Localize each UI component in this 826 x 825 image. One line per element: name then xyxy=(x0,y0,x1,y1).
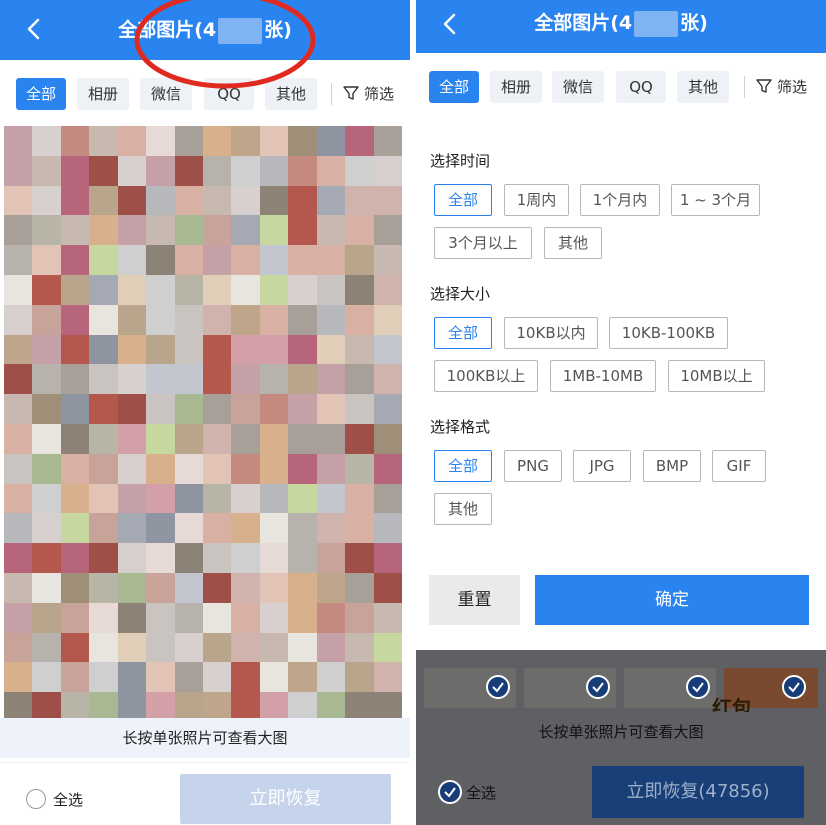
time-option-3month-plus[interactable]: 3个月以上 xyxy=(434,227,532,259)
funnel-icon xyxy=(343,86,359,100)
checked-icon xyxy=(686,675,710,699)
tab-wechat[interactable]: 微信 xyxy=(552,71,604,103)
time-section-title: 选择时间 xyxy=(430,152,491,170)
time-option-1-3month[interactable]: 1 ~ 3个月 xyxy=(671,184,760,216)
header-bar: 全部图片(4 张) xyxy=(416,0,826,53)
select-all-radio[interactable] xyxy=(26,789,46,809)
size-option-10kb-100kb[interactable]: 10KB-100KB xyxy=(609,317,728,349)
tab-album[interactable]: 相册 xyxy=(490,71,542,103)
restore-button[interactable]: 立即恢复(47856) xyxy=(592,766,804,818)
select-all-checked-icon[interactable] xyxy=(438,780,462,804)
header-bar: 全部图片(4 张) xyxy=(0,0,410,60)
title-prefix: 全部图片(4 xyxy=(118,19,217,41)
size-option-over100kb[interactable]: 100KB以上 xyxy=(434,360,538,392)
long-press-hint: 长按单张照片可查看大图 xyxy=(416,712,826,752)
format-option-jpg[interactable]: JPG xyxy=(573,450,631,482)
title-suffix: 张) xyxy=(680,12,708,34)
format-option-all[interactable]: 全部 xyxy=(434,450,492,482)
tab-other[interactable]: 其他 xyxy=(265,78,317,110)
funnel-icon xyxy=(756,79,772,93)
checked-icon xyxy=(486,675,510,699)
page-title: 全部图片(4 张) xyxy=(0,0,410,60)
format-option-png[interactable]: PNG xyxy=(504,450,562,482)
redacted-count xyxy=(218,17,263,44)
confirm-button[interactable]: 确定 xyxy=(535,575,809,625)
filter-label: 筛选 xyxy=(777,78,808,96)
reset-button[interactable]: 重置 xyxy=(429,575,520,625)
filter-label: 筛选 xyxy=(364,85,395,103)
size-section-title: 选择大小 xyxy=(430,285,491,303)
size-option-under10kb[interactable]: 10KB以内 xyxy=(504,317,598,349)
filter-button[interactable]: 筛选 xyxy=(342,78,394,110)
size-option-all[interactable]: 全部 xyxy=(434,317,492,349)
title-prefix: 全部图片(4 xyxy=(534,12,633,34)
tab-wechat[interactable]: 微信 xyxy=(140,78,192,110)
time-option-1week[interactable]: 1周内 xyxy=(504,184,569,216)
format-section-title: 选择格式 xyxy=(430,418,491,436)
filter-sheet: 选择时间 全部 1周内 1个月内 1 ~ 3个月 3个月以上 其他 选择大小 全… xyxy=(416,119,826,650)
format-option-other[interactable]: 其他 xyxy=(434,493,492,525)
tab-all[interactable]: 全部 xyxy=(16,78,66,110)
time-option-other[interactable]: 其他 xyxy=(544,227,602,259)
tab-qq[interactable]: QQ xyxy=(616,71,666,103)
tab-album[interactable]: 相册 xyxy=(77,78,129,110)
time-option-all[interactable]: 全部 xyxy=(434,184,492,216)
size-option-1mb-10mb[interactable]: 1MB-10MB xyxy=(550,360,656,392)
format-option-gif[interactable]: GIF xyxy=(712,450,766,482)
bottom-bar: 全选 立即恢复(47856) xyxy=(416,752,826,825)
title-suffix: 张) xyxy=(264,19,292,41)
page-title: 全部图片(4 张) xyxy=(416,0,826,46)
pixelated-photo-grid[interactable] xyxy=(4,126,402,722)
category-tabs: 全部 相册 微信 QQ 其他 筛选 xyxy=(416,53,826,119)
bottom-bar: 全选 立即恢复 xyxy=(0,762,410,825)
restore-button[interactable]: 立即恢复 xyxy=(180,774,391,824)
tab-all[interactable]: 全部 xyxy=(429,71,479,103)
left-screen: 全部图片(4 张) 全部 相册 微信 QQ 其他 筛选 长按单张照片可查看大图 全… xyxy=(0,0,410,825)
tab-divider xyxy=(744,76,745,98)
checked-icon xyxy=(586,675,610,699)
tab-divider xyxy=(331,83,332,105)
checked-icon xyxy=(782,675,806,699)
select-all-label[interactable]: 全选 xyxy=(53,789,83,810)
format-option-bmp[interactable]: BMP xyxy=(643,450,701,482)
select-all-label[interactable]: 全选 xyxy=(466,782,496,803)
category-tabs: 全部 相册 微信 QQ 其他 筛选 xyxy=(0,60,410,124)
right-screen: 全部图片(4 张) 全部 相册 微信 QQ 其他 筛选 红包 长按单张照片可查看大… xyxy=(416,0,826,825)
long-press-hint: 长按单张照片可查看大图 xyxy=(0,718,410,758)
filter-button[interactable]: 筛选 xyxy=(755,71,807,103)
tab-other[interactable]: 其他 xyxy=(677,71,729,103)
size-option-over10mb[interactable]: 10MB以上 xyxy=(668,360,765,392)
redacted-count xyxy=(634,10,679,37)
time-option-1month[interactable]: 1个月内 xyxy=(580,184,660,216)
tab-qq[interactable]: QQ xyxy=(204,78,254,110)
